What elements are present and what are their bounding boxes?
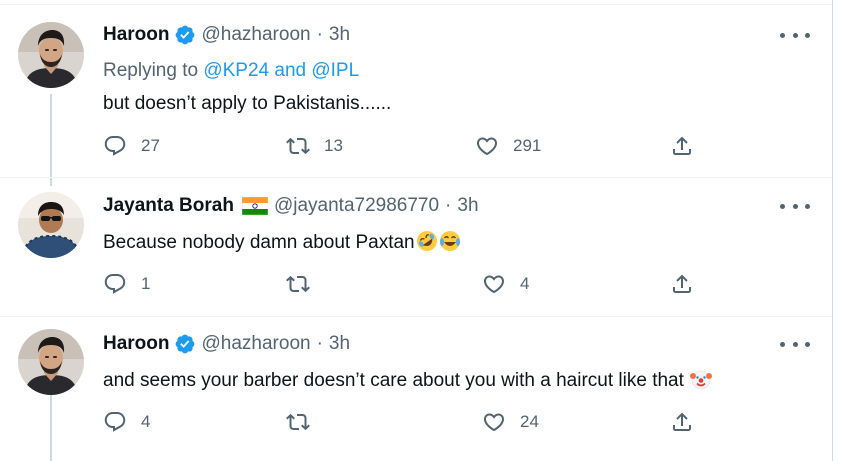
tears-of-joy-emoji-icon	[439, 230, 461, 252]
like-button[interactable]: 291	[475, 132, 541, 160]
more-options-icon[interactable]	[780, 334, 810, 354]
tweet-text-body: and seems your barber doesn’t care about…	[103, 370, 684, 391]
retweet-button[interactable]	[286, 270, 324, 298]
reply-count: 27	[141, 136, 160, 155]
tweet-text-body: Because nobody damn about Paxtan	[103, 232, 415, 253]
reply-button[interactable]: 27	[103, 132, 160, 160]
tweet-text: Because nobody damn about Paxtan	[103, 230, 461, 254]
tweet-header: Haroon @hazharoon · 3h	[103, 24, 350, 46]
avatar[interactable]	[18, 329, 84, 395]
profile-photo-jayanta-icon	[18, 192, 84, 258]
tweet-actions: 1 4	[103, 270, 703, 298]
retweet-button[interactable]	[286, 408, 324, 436]
tweet-actions: 4 24	[103, 408, 703, 436]
retweet-icon	[286, 410, 310, 434]
share-button[interactable]	[670, 132, 694, 160]
timestamp[interactable]: 3h	[329, 24, 350, 46]
reply-icon	[103, 272, 127, 296]
timestamp[interactable]: 3h	[457, 195, 478, 217]
replying-to-label: Replying to	[103, 60, 204, 81]
share-icon	[670, 134, 694, 158]
retweet-button[interactable]: 13	[286, 132, 343, 160]
separator-dot: ·	[316, 333, 323, 354]
retweet-icon	[286, 134, 310, 158]
tweet-header: Jayanta Borah @jayanta72986770 · 3h	[103, 195, 479, 217]
reply-count: 1	[141, 274, 151, 293]
timestamp[interactable]: 3h	[329, 333, 350, 355]
reply-button[interactable]: 1	[103, 270, 150, 298]
like-count: 4	[520, 274, 530, 293]
like-button[interactable]: 4	[482, 270, 529, 298]
reply-mentions[interactable]: @KP24 and @IPL	[203, 60, 359, 81]
rolling-on-floor-laughing-emoji-icon	[416, 230, 438, 252]
clown-face-emoji-icon	[690, 368, 712, 390]
like-count: 291	[513, 136, 542, 155]
user-handle[interactable]: @hazharoon	[202, 24, 311, 46]
like-count: 24	[520, 412, 539, 431]
tweet-text: but doesn’t apply to Pakistanis......	[103, 93, 392, 114]
more-options-icon[interactable]	[780, 25, 810, 45]
reply-icon	[103, 134, 127, 158]
profile-photo-haroon-icon	[18, 329, 84, 395]
share-button[interactable]	[670, 408, 694, 436]
timeline-right-border	[832, 0, 833, 461]
retweet-count: 13	[324, 136, 343, 155]
more-options-icon[interactable]	[780, 196, 810, 216]
user-name[interactable]: Haroon	[103, 24, 170, 46]
like-button[interactable]: 24	[482, 408, 539, 436]
user-handle[interactable]: @hazharoon	[202, 333, 311, 355]
verified-badge-icon	[174, 24, 196, 46]
replying-to: Replying to @KP24 and @IPL	[103, 60, 359, 82]
avatar[interactable]	[18, 22, 84, 88]
heart-icon	[482, 410, 506, 434]
share-button[interactable]	[670, 270, 694, 298]
retweet-icon	[286, 272, 310, 296]
tweet[interactable]: Haroon @hazharoon · 3h Replying to @KP24…	[0, 0, 832, 177]
share-icon	[670, 272, 694, 296]
user-name[interactable]: Haroon	[103, 333, 170, 355]
heart-icon	[475, 134, 499, 158]
heart-icon	[482, 272, 506, 296]
separator-dot: ·	[316, 24, 323, 45]
reply-icon	[103, 410, 127, 434]
tweet[interactable]: Haroon @hazharoon · 3h and seems your ba…	[0, 316, 832, 461]
profile-photo-haroon-icon	[18, 22, 84, 88]
user-handle[interactable]: @jayanta72986770	[274, 195, 439, 217]
reply-count: 4	[141, 412, 151, 431]
tweet[interactable]: Jayanta Borah @jayanta72986770 · 3h Beca…	[0, 177, 832, 316]
india-flag-emoji-icon	[242, 197, 268, 215]
reply-button[interactable]: 4	[103, 408, 150, 436]
avatar[interactable]	[18, 192, 84, 258]
tweet-actions: 27 13 291	[103, 132, 703, 160]
verified-badge-icon	[174, 333, 196, 355]
separator-dot: ·	[445, 195, 452, 216]
tweet-text: and seems your barber doesn’t care about…	[103, 368, 712, 392]
user-name[interactable]: Jayanta Borah	[103, 195, 234, 217]
tweet-header: Haroon @hazharoon · 3h	[103, 333, 350, 355]
share-icon	[670, 410, 694, 434]
